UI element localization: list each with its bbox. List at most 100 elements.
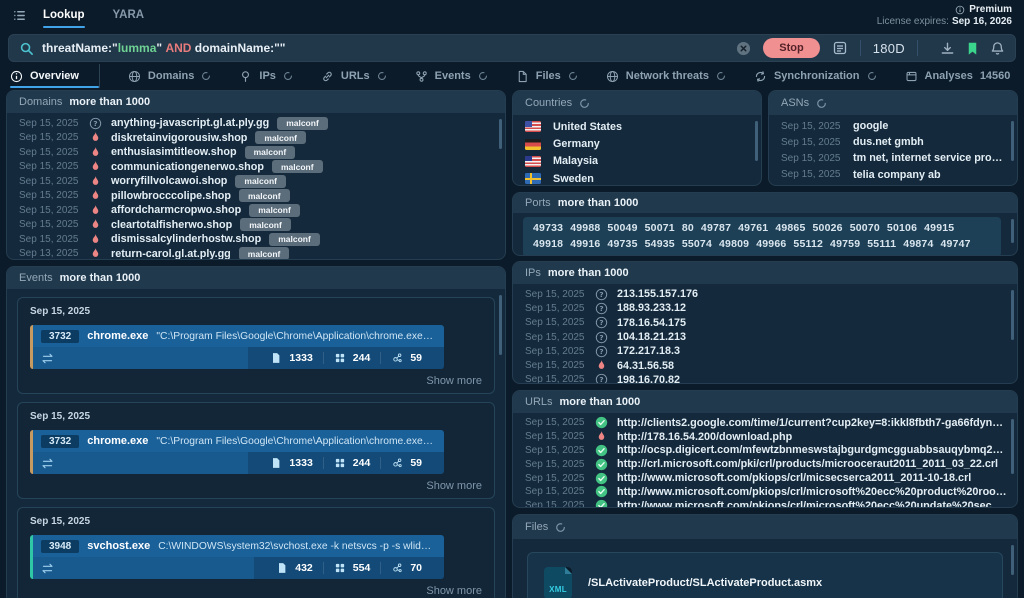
port-value[interactable]: 49732 xyxy=(533,252,563,255)
url-row[interactable]: Sep 15, 2025 http://crl.microsoft.com/pk… xyxy=(513,457,1017,471)
port-value[interactable]: 49782 xyxy=(570,252,600,255)
country-row[interactable]: Germany xyxy=(513,135,761,152)
port-value[interactable]: 49992 xyxy=(831,252,861,255)
asn-row[interactable]: Sep 15, 2025 telia company ab xyxy=(769,167,1017,183)
domain-row[interactable]: Sep 15, 2025 pillowbrocccolipe.shop malc… xyxy=(7,189,505,204)
url-row[interactable]: Sep 15, 2025 http://www.microsoft.com/pk… xyxy=(513,471,1017,485)
port-value[interactable]: 50106 xyxy=(887,221,917,237)
topnav-item[interactable]: YARA xyxy=(113,0,145,30)
domain-row[interactable]: Sep 15, 2025 worryfillvolcawoi.shop malc… xyxy=(7,174,505,189)
ip-row[interactable]: Sep 15, 2025 ? 213.155.157.176 xyxy=(513,287,1017,301)
port-value[interactable]: 49756 xyxy=(607,252,637,255)
port-value[interactable]: 50049 xyxy=(607,221,637,237)
tab[interactable]: Domains xyxy=(128,64,211,88)
tab[interactable]: Analyses 14560 xyxy=(905,64,1011,88)
download-icon[interactable] xyxy=(940,41,955,56)
asn-row[interactable]: Sep 15, 2025 tm net, internet service pr… xyxy=(769,150,1017,166)
port-value[interactable]: 49771 xyxy=(756,252,786,255)
port-value[interactable]: 49960 xyxy=(719,252,749,255)
file-card[interactable]: XML /SLActivateProduct/SLActivateProduct… xyxy=(527,552,1003,598)
expand-arrows-icon[interactable] xyxy=(41,352,54,365)
country-row[interactable]: Sweden xyxy=(513,170,761,185)
ip-row[interactable]: Sep 15, 2025 ? 172.217.18.3 xyxy=(513,344,1017,358)
port-value[interactable]: 55074 xyxy=(682,237,712,253)
port-value[interactable]: 49916 xyxy=(570,237,600,253)
domain-row[interactable]: Sep 15, 2025 cleartotalfisherwo.shop mal… xyxy=(7,218,505,233)
topnav-item[interactable]: Lookup xyxy=(43,0,85,30)
scrollbar[interactable] xyxy=(1011,545,1014,575)
domain-row[interactable]: Sep 15, 2025 diskretainvigorousiw.shop m… xyxy=(7,131,505,146)
ip-row[interactable]: Sep 15, 2025 ? 198.16.70.82 xyxy=(513,373,1017,383)
url-row[interactable]: Sep 15, 2025 http://178.16.54.200/downlo… xyxy=(513,430,1017,444)
port-value[interactable]: 49809 xyxy=(719,237,749,253)
scrollbar[interactable] xyxy=(1011,219,1014,243)
process-bar[interactable]: 3948 svchost.exe C:\WINDOWS\system32\svc… xyxy=(30,535,444,579)
tab[interactable]: URLs xyxy=(321,64,387,88)
notifications-icon[interactable] xyxy=(990,41,1005,56)
port-value[interactable]: 50070 xyxy=(850,221,880,237)
tab[interactable]: Files xyxy=(516,64,578,88)
port-value[interactable]: 49874 xyxy=(903,237,933,253)
url-row[interactable]: Sep 15, 2025 http://www.microsoft.com/pk… xyxy=(513,485,1017,499)
domain-row[interactable]: Sep 13, 2025 return-carol.gl.at.ply.gg m… xyxy=(7,247,505,260)
tab[interactable]: Overview xyxy=(10,64,100,88)
port-value[interactable]: 49938 xyxy=(645,252,675,255)
port-value[interactable]: 49787 xyxy=(701,221,731,237)
search-history-icon[interactable] xyxy=(832,40,848,56)
domain-row[interactable]: Sep 15, 2025 ? anything-javascript.gl.at… xyxy=(7,116,505,131)
domain-row[interactable]: Sep 15, 2025 enthusiasimtitleow.shop mal… xyxy=(7,145,505,160)
port-value[interactable]: 49918 xyxy=(533,237,563,253)
domain-row[interactable]: Sep 15, 2025 affordcharmcropwo.shop malc… xyxy=(7,203,505,218)
port-value[interactable]: 49733 xyxy=(533,221,563,237)
port-value[interactable]: 80 xyxy=(682,221,694,237)
asn-row[interactable]: Sep 15, 2025 dus.net gmbh xyxy=(769,134,1017,150)
port-value[interactable]: 49749 xyxy=(793,252,823,255)
expand-arrows-icon[interactable] xyxy=(41,562,54,575)
scrollbar[interactable] xyxy=(1011,121,1014,161)
port-value[interactable]: 49761 xyxy=(738,221,768,237)
expand-arrows-icon[interactable] xyxy=(41,457,54,470)
port-value[interactable]: 49747 xyxy=(941,237,971,253)
domain-row[interactable]: Sep 15, 2025 dismissalcylinderhostw.shop… xyxy=(7,232,505,247)
port-value[interactable]: 50026 xyxy=(813,221,843,237)
domain-row[interactable]: Sep 15, 2025 communicationgenerwo.shop m… xyxy=(7,160,505,175)
port-value[interactable]: 49919 xyxy=(905,252,935,255)
stop-button[interactable]: Stop xyxy=(763,38,819,58)
asn-row[interactable]: Sep 15, 2025 google xyxy=(769,118,1017,134)
show-more-link[interactable]: Show more xyxy=(30,585,482,597)
scrollbar[interactable] xyxy=(1011,419,1014,474)
country-row[interactable]: Malaysia xyxy=(513,153,761,170)
port-value[interactable]: 55111 xyxy=(867,237,896,253)
port-value[interactable]: 49988 xyxy=(570,221,600,237)
scrollbar[interactable] xyxy=(499,295,502,355)
port-value[interactable]: 50071 xyxy=(645,221,675,237)
url-row[interactable]: Sep 15, 2025 http://www.microsoft.com/pk… xyxy=(513,499,1017,507)
port-value[interactable]: 49759 xyxy=(830,237,860,253)
ip-row[interactable]: Sep 15, 2025 ? 104.18.21.213 xyxy=(513,330,1017,344)
port-value[interactable]: 49966 xyxy=(756,237,786,253)
process-bar[interactable]: 3732 chrome.exe "C:\Program Files\Google… xyxy=(30,430,444,474)
url-row[interactable]: Sep 15, 2025 http://ocsp.digicert.com/mf… xyxy=(513,444,1017,458)
ip-row[interactable]: Sep 15, 2025 64.31.56.58 xyxy=(513,358,1017,372)
country-row[interactable]: United States xyxy=(513,118,761,135)
tab[interactable]: Synchronization xyxy=(754,64,877,88)
tab[interactable]: Network threats xyxy=(606,64,726,88)
menu-icon[interactable] xyxy=(12,8,27,23)
ip-row[interactable]: Sep 15, 2025 ? 188.93.233.12 xyxy=(513,301,1017,315)
port-value[interactable]: 49915 xyxy=(924,221,954,237)
bookmark-icon[interactable] xyxy=(965,41,980,56)
port-value[interactable]: 55112 xyxy=(793,237,823,253)
scrollbar[interactable] xyxy=(755,121,758,161)
show-more-link[interactable]: Show more xyxy=(30,480,482,492)
port-value[interactable]: 49755 xyxy=(682,252,712,255)
search-input[interactable]: threatName:"lumma" AND domainName:"" xyxy=(42,41,728,55)
asn-row[interactable]: Sep 15, 2025 xyxy=(769,183,1017,185)
process-bar[interactable]: 3732 chrome.exe "C:\Program Files\Google… xyxy=(30,325,444,369)
scrollbar[interactable] xyxy=(1011,290,1014,340)
port-value[interactable]: 49735 xyxy=(607,237,637,253)
tab[interactable]: Events xyxy=(415,64,488,88)
clear-search-icon[interactable] xyxy=(736,41,751,56)
show-more-link[interactable]: Show more xyxy=(30,375,482,387)
url-row[interactable]: Sep 15, 2025 http://clients2.google.com/… xyxy=(513,416,1017,430)
period-selector[interactable]: 180D xyxy=(873,41,905,56)
